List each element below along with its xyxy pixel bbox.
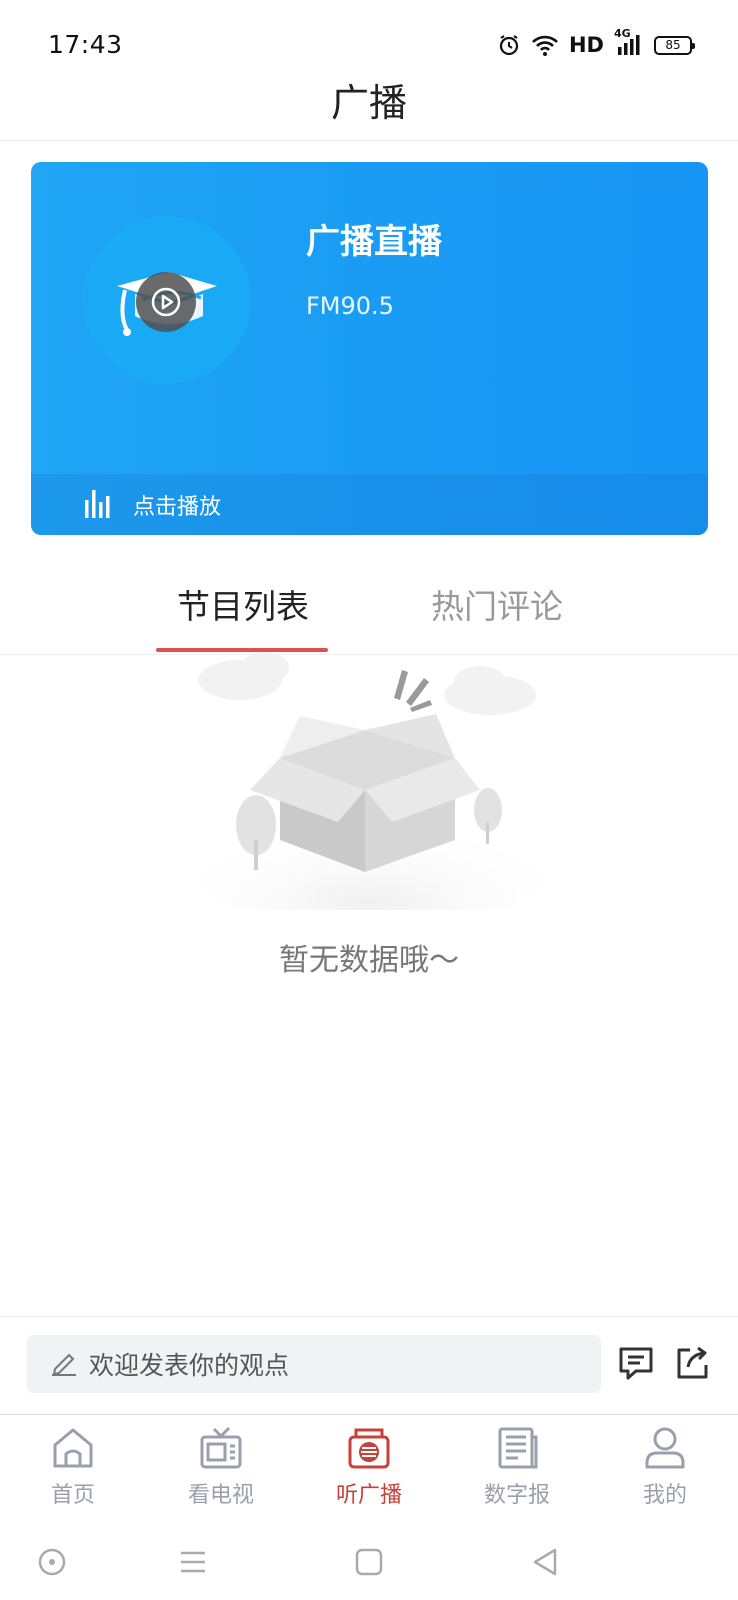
- live-broadcast-card[interactable]: 广播直播 FM90.5 点击播放: [31, 162, 708, 535]
- home-system-button[interactable]: [349, 1542, 389, 1582]
- comment-input[interactable]: 欢迎发表你的观点: [27, 1335, 601, 1393]
- signal-icon: 4G: [614, 27, 644, 57]
- nav-item-tv[interactable]: 看电视: [166, 1425, 276, 1515]
- tab-program-list[interactable]: 节目列表: [177, 580, 309, 628]
- assistant-icon: [38, 1548, 66, 1576]
- status-time: 17:43: [48, 30, 123, 59]
- comment-list-icon: [619, 1347, 653, 1380]
- menu-button[interactable]: [173, 1542, 213, 1582]
- edit-icon: [49, 1347, 79, 1381]
- alarm-icon: [497, 33, 521, 57]
- square-icon: [355, 1548, 383, 1576]
- nav-label-mine: 我的: [642, 1483, 687, 1508]
- empty-state-message: 暂无数据哦～: [279, 943, 459, 978]
- nav-label-newspaper: 数字报: [483, 1483, 550, 1508]
- nav-item-radio[interactable]: 听广播: [314, 1425, 424, 1515]
- audio-bars-icon: [83, 488, 113, 522]
- comment-list-button[interactable]: [616, 1343, 656, 1383]
- battery-icon: 85: [654, 35, 695, 55]
- comment-placeholder: 欢迎发表你的观点: [89, 1351, 290, 1380]
- share-button[interactable]: [672, 1343, 712, 1383]
- back-button[interactable]: [525, 1542, 565, 1582]
- network-label: HD: [568, 33, 604, 57]
- comment-bar: 欢迎发表你的观点: [0, 1316, 738, 1414]
- broadcast-frequency: FM90.5: [306, 292, 394, 320]
- header-divider: [0, 140, 738, 141]
- nav-item-mine[interactable]: 我的: [610, 1425, 720, 1515]
- tab-hot-comments[interactable]: 热门评论: [431, 580, 563, 628]
- content-tabs: 节目列表 热门评论: [0, 560, 738, 656]
- menu-icon: [181, 1551, 205, 1573]
- play-label: 点击播放: [133, 494, 222, 520]
- broadcast-title: 广播直播: [306, 222, 442, 262]
- assistant-button[interactable]: [32, 1542, 72, 1582]
- back-icon: [533, 1548, 557, 1576]
- broadcast-cover[interactable]: [83, 216, 251, 384]
- nav-label-tv: 看电视: [187, 1483, 254, 1508]
- home-icon: [53, 1428, 93, 1468]
- status-bar: 17:43 HD 4G 85: [0, 0, 738, 80]
- nav-label-radio: 听广播: [335, 1483, 402, 1508]
- play-button[interactable]: [136, 272, 196, 332]
- tv-icon: [200, 1426, 242, 1469]
- system-nav-bar: [0, 1520, 738, 1600]
- play-bar[interactable]: 点击播放: [31, 474, 708, 535]
- radio-icon: [348, 1428, 390, 1469]
- nav-label-home: 首页: [50, 1483, 95, 1508]
- bottom-nav: 首页 看电视 听广播 数字报 我的: [0, 1414, 738, 1519]
- user-icon: [645, 1427, 685, 1469]
- newspaper-icon: [498, 1427, 538, 1469]
- share-icon: [677, 1346, 708, 1379]
- status-icons: HD 4G 85: [497, 27, 695, 60]
- nav-item-newspaper[interactable]: 数字报: [462, 1425, 572, 1515]
- empty-box-illustration: [185, 652, 555, 910]
- play-icon: [151, 287, 181, 317]
- nav-item-home[interactable]: 首页: [18, 1425, 128, 1515]
- page-title: 广播: [330, 81, 407, 125]
- signal-label: 4G: [614, 27, 631, 40]
- wifi-icon: [531, 33, 559, 57]
